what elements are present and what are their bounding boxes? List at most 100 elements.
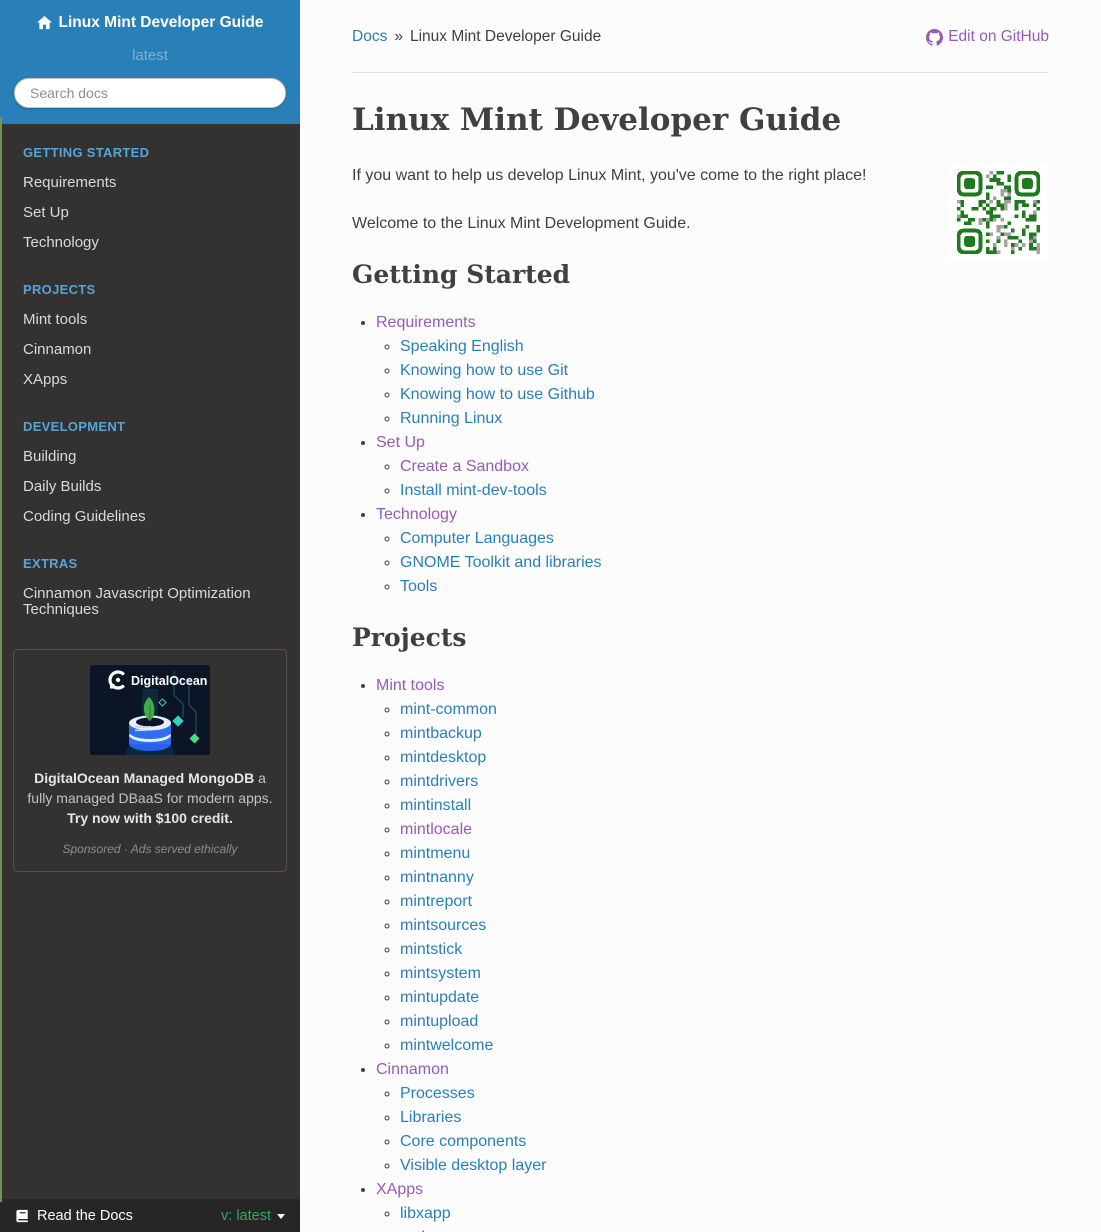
toc-link-cinnamon[interactable]: Cinnamon: [376, 1061, 449, 1078]
toc-link-mintdrivers[interactable]: mintdrivers: [400, 773, 478, 790]
ad-text[interactable]: DigitalOcean Managed MongoDB a fully man…: [26, 768, 274, 828]
project-title-label: Linux Mint Developer Guide: [58, 14, 264, 31]
toc-item: mintdrivers: [400, 770, 1049, 794]
toc-link-mintsystem[interactable]: mintsystem: [400, 965, 481, 982]
home-icon: [36, 16, 52, 30]
nav-item: XApps: [0, 365, 300, 395]
toc-item: Knowing how to use Git: [400, 359, 1049, 383]
toc-link-libraries[interactable]: Libraries: [400, 1109, 461, 1126]
toc-sublist: Create a Sandbox Install mint-dev-tools: [376, 455, 1049, 503]
toc-link-mintwelcome[interactable]: mintwelcome: [400, 1037, 493, 1054]
toc-link-technology[interactable]: Technology: [376, 506, 457, 523]
toc-item: mintsystem: [400, 962, 1049, 986]
sidebar-item-building[interactable]: Building: [0, 442, 300, 472]
toc-link-processes[interactable]: Processes: [400, 1085, 475, 1102]
toc-link-mintinstall[interactable]: mintinstall: [400, 797, 471, 814]
toc-sublist: libxapp python-xapp: [376, 1202, 1049, 1232]
sidebar-item-technology[interactable]: Technology: [0, 228, 300, 258]
toc-link-mint-common[interactable]: mint-common: [400, 701, 497, 718]
toc-link-mintbackup[interactable]: mintbackup: [400, 725, 482, 742]
sidebar-item-requirements[interactable]: Requirements: [0, 168, 300, 198]
sidebar-item-coding-guidelines[interactable]: Coding Guidelines: [0, 502, 300, 532]
sidebar-item-xapps[interactable]: XApps: [0, 365, 300, 395]
sidebar-footer: Read the Docs v: latest: [0, 1199, 300, 1232]
toc-link-visible-desktop-layer[interactable]: Visible desktop layer: [400, 1157, 546, 1174]
ad-heading-bold[interactable]: DigitalOcean Managed MongoDB: [34, 770, 254, 786]
toc-link-mintreport[interactable]: mintreport: [400, 893, 472, 910]
nav-item: Daily Builds: [0, 472, 300, 502]
section-heading-getting-started: Getting Started: [352, 260, 571, 289]
toc-link-mint-tools[interactable]: Mint tools: [376, 677, 444, 694]
toc-item: Tools: [400, 575, 1049, 599]
toc-item: mintstick: [400, 938, 1049, 962]
nav-item: Requirements: [0, 168, 300, 198]
toc-link-mintlocale[interactable]: mintlocale: [400, 821, 472, 838]
ad-cta[interactable]: Try now with $100 credit.: [26, 808, 274, 828]
toc-sublist: Computer Languages GNOME Toolkit and libr…: [376, 527, 1049, 599]
ad-card[interactable]: DigitalOcean DigitalOcean Managed MongoD…: [13, 649, 287, 872]
nav-item: Coding Guidelines: [0, 502, 300, 532]
sidebar-nav: GETTING STARTED Requirements Set Up Technol…: [0, 145, 300, 625]
search-input[interactable]: [14, 78, 286, 108]
sidebar-item-daily-builds[interactable]: Daily Builds: [0, 472, 300, 502]
project-home-link[interactable]: Linux Mint Developer Guide: [36, 14, 264, 32]
breadcrumb-docs-link[interactable]: Docs: [352, 28, 387, 45]
toc-link-running-linux[interactable]: Running Linux: [400, 410, 502, 427]
toc-link-core-components[interactable]: Core components: [400, 1133, 526, 1150]
toc-link-create-a-sandbox[interactable]: Create a Sandbox: [400, 458, 529, 475]
toc-sublist: Processes Libraries Core components Visible…: [376, 1082, 1049, 1178]
toc-link-knowing-how-to-use-github[interactable]: Knowing how to use Github: [400, 386, 595, 403]
toc-link-requirements[interactable]: Requirements: [376, 314, 476, 331]
nav-section-caption-extras: EXTRAS: [23, 556, 78, 571]
toc-link-mintupdate[interactable]: mintupdate: [400, 989, 479, 1006]
toc-item: XApps libxapp python-xapp: [376, 1178, 1049, 1232]
sidebar-item-cinnamon-javascript-optimization-techniques[interactable]: Cinnamon Javascript Optimization Techniq…: [0, 579, 300, 625]
toc-item: mintinstall: [400, 794, 1049, 818]
toc-item: Requirements Speaking English Knowing how …: [376, 311, 1049, 431]
toc-sublist: Speaking English Knowing how to use Git Kn…: [376, 335, 1049, 431]
sidebar-item-mint-tools[interactable]: Mint tools: [0, 305, 300, 335]
toc-link-mintupload[interactable]: mintupload: [400, 1013, 478, 1030]
github-icon: [926, 28, 944, 46]
qr-code-image: [948, 164, 1049, 261]
toc-link-tools[interactable]: Tools: [400, 578, 437, 595]
read-the-docs-brand[interactable]: Read the Docs: [15, 1208, 133, 1224]
toc-link-speaking-english[interactable]: Speaking English: [400, 338, 524, 355]
sidebar-scroll-area[interactable]: GETTING STARTED Requirements Set Up Technol…: [0, 124, 300, 1199]
toc-link-mintdesktop[interactable]: mintdesktop: [400, 749, 486, 766]
toc-item: mintbackup: [400, 722, 1049, 746]
nav-section-caption-projects: PROJECTS: [23, 282, 96, 297]
toc-link-knowing-how-to-use-git[interactable]: Knowing how to use Git: [400, 362, 568, 379]
toc-item: Create a Sandbox: [400, 455, 1049, 479]
sidebar-item-cinnamon[interactable]: Cinnamon: [0, 335, 300, 365]
toc-item: Install mint-dev-tools: [400, 479, 1049, 503]
toc-link-mintmenu[interactable]: mintmenu: [400, 845, 470, 862]
toc-link-mintsources[interactable]: mintsources: [400, 917, 486, 934]
toc-link-computer-languages[interactable]: Computer Languages: [400, 530, 554, 547]
nav-section-caption-development: DEVELOPMENT: [23, 419, 126, 434]
version-picker-label: v: latest: [221, 1207, 271, 1224]
nav-item: Set Up: [0, 198, 300, 228]
toc-link-mintstick[interactable]: mintstick: [400, 941, 462, 958]
toc-link-libxapp[interactable]: libxapp: [400, 1205, 451, 1222]
toc-link-set-up[interactable]: Set Up: [376, 434, 425, 451]
toc-link-gnome-toolkit-and-libraries[interactable]: GNOME Toolkit and libraries: [400, 554, 602, 571]
ad-image[interactable]: DigitalOcean: [90, 665, 210, 755]
page: Linux Mint Developer Guide latest GETTIN…: [0, 0, 1101, 1232]
breadcrumb-current: Linux Mint Developer Guide: [409, 28, 602, 45]
toc-link-install-mint-dev-tools[interactable]: Install mint-dev-tools: [400, 482, 547, 499]
nav-section-caption-getting-started: GETTING STARTED: [23, 145, 150, 160]
toc-item: python-xapp: [400, 1226, 1049, 1232]
chevron-down-icon: [277, 1214, 285, 1219]
document: Linux Mint Developer Guide If you want t…: [352, 102, 1049, 1232]
nav-item: Technology: [0, 228, 300, 258]
version-picker[interactable]: v: latest: [221, 1208, 285, 1224]
sidebar-item-set-up[interactable]: Set Up: [0, 198, 300, 228]
toc-item: Knowing how to use Github: [400, 383, 1049, 407]
toc-link-mintnanny[interactable]: mintnanny: [400, 869, 474, 886]
read-the-docs-label: Read the Docs: [37, 1207, 133, 1224]
edit-on-github-link[interactable]: Edit on GitHub: [926, 28, 1049, 46]
toc-item: Set Up Create a Sandbox Install mint-dev-t…: [376, 431, 1049, 503]
toc-item: Mint tools mint-common mintbackup mintdeskt…: [376, 674, 1049, 1058]
toc-link-xapps[interactable]: XApps: [376, 1181, 423, 1198]
